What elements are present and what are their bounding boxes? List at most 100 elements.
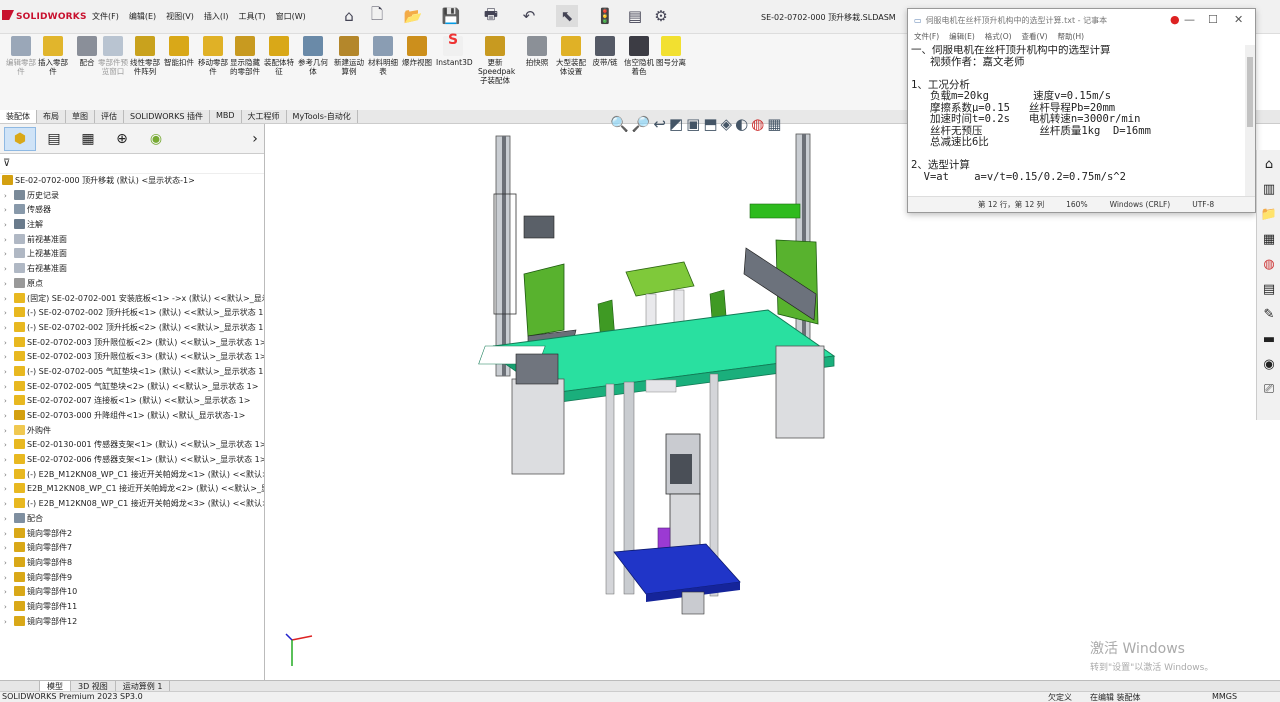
expand-toggle-icon[interactable]: › xyxy=(4,541,14,556)
menu-item[interactable]: 工具(T) xyxy=(238,11,265,22)
ribbon-button-reference-geometry[interactable]: 参考几何体 xyxy=(296,36,330,76)
tree-item[interactable]: › SE-02-0703-000 升降组件<1> (默认) <默认_显示状态-1> xyxy=(0,409,264,424)
feature-tree-tab-icon[interactable]: ⬢ xyxy=(4,126,36,151)
tree-root[interactable]: SE-02-0702-000 顶升移栽 (默认) <显示状态-1> xyxy=(0,174,264,189)
tab-2[interactable]: 草图 xyxy=(66,110,95,123)
expand-toggle-icon[interactable]: › xyxy=(4,292,14,307)
ribbon-button-belt-chain[interactable]: 皮带/链 xyxy=(588,36,622,67)
ribbon-button-explode-view[interactable]: 爆炸视图 xyxy=(400,36,434,67)
tree-item[interactable]: › (-) SE-02-0702-002 顶升托板<1> (默认) <<默认>_显… xyxy=(0,306,264,321)
expand-toggle-icon[interactable]: › xyxy=(4,321,14,336)
expand-toggle-icon[interactable]: › xyxy=(4,277,14,292)
expand-toggle-icon[interactable]: › xyxy=(4,556,14,571)
display-manager-tab-icon[interactable]: ◉ xyxy=(140,127,172,151)
tree-item[interactable]: › 镜向零部件9 xyxy=(0,571,264,586)
filter-icon[interactable]: ⊽ xyxy=(3,158,10,169)
notepad-menu-item[interactable]: 文件(F) xyxy=(914,31,939,45)
expand-toggle-icon[interactable]: › xyxy=(4,482,14,497)
tree-item[interactable]: › 镜向零部件7 xyxy=(0,541,264,556)
notepad-menu-item[interactable]: 编辑(E) xyxy=(949,31,975,45)
expand-toggle-icon[interactable]: › xyxy=(4,409,14,424)
expand-toggle-icon[interactable]: › xyxy=(4,615,14,630)
tree-item[interactable]: › (-) SE-02-0702-005 气缸垫块<1> (默认) <<默认>_显… xyxy=(0,365,264,380)
tree-item[interactable]: › 镜向零部件2 xyxy=(0,527,264,542)
notepad-scrollbar[interactable] xyxy=(1245,45,1255,197)
bottom-tab-2[interactable]: 运动算例 1 xyxy=(116,681,171,691)
tree-item[interactable]: › 右视基准面 xyxy=(0,262,264,277)
tree-item[interactable]: › 镜向零部件12 xyxy=(0,615,264,630)
file-explorer-icon[interactable]: 📁 xyxy=(1258,203,1280,225)
scroll-thumb[interactable] xyxy=(1247,57,1253,127)
ribbon-button-large-assembly[interactable]: 大型装配体设置 xyxy=(554,36,588,76)
ribbon-button-edit-component[interactable]: 编辑零部件 xyxy=(4,36,38,76)
panel-expand-arrow-icon[interactable]: › xyxy=(246,127,264,151)
ribbon-button-preview-window[interactable]: 零部件预览窗口 xyxy=(96,36,130,76)
view-orientation-icon[interactable]: ⬒ xyxy=(703,115,717,133)
ribbon-button-snapshot[interactable]: 拍快照 xyxy=(520,36,554,67)
configuration-tab-icon[interactable]: ▦ xyxy=(72,127,104,151)
notepad-menu-item[interactable]: 帮助(H) xyxy=(1058,31,1085,45)
menu-item[interactable]: 文件(F) xyxy=(92,11,119,22)
tools-icon[interactable]: ✎ xyxy=(1258,303,1280,325)
dimxpert-tab-icon[interactable]: ⊕ xyxy=(106,127,138,151)
hide-show-items-icon[interactable]: ◐ xyxy=(735,115,748,133)
notepad-text-area[interactable]: 一、伺服电机在丝杆顶升机构中的选型计算 视频作者：嘉文老师 1、工况分析 负载m=… xyxy=(911,45,1241,197)
menu-item[interactable]: 视图(V) xyxy=(166,11,194,22)
ribbon-button-speedpak[interactable]: 更新Speedpak子装配体 xyxy=(478,36,515,85)
custom-properties-icon[interactable]: ▤ xyxy=(1258,278,1280,300)
tree-item[interactable]: › E2B_M12KN08_WP_C1 接近开关帕姆龙<2> (默认) <<默认>… xyxy=(0,482,264,497)
ribbon-button-show-hidden[interactable]: 显示隐藏的零部件 xyxy=(228,36,262,76)
ribbon-button-smiley[interactable]: 图号分离 xyxy=(654,36,688,67)
unit-system[interactable]: MMGS xyxy=(1212,692,1237,701)
tree-item[interactable]: › SE-02-0702-003 顶升限位板<2> (默认) <<默认>_显示状态… xyxy=(0,336,264,351)
traffic-light-icon[interactable]: 🚦 xyxy=(596,5,615,27)
menu-item[interactable]: 编辑(E) xyxy=(129,11,156,22)
tree-item[interactable]: › SE-02-0702-003 顶升限位板<3> (默认) <<默认>_显示状态… xyxy=(0,350,264,365)
ribbon-button-assembly-feature[interactable]: 装配体特征 xyxy=(262,36,296,76)
tree-item[interactable]: › (-) E2B_M12KN08_WP_C1 接近开关帕姆龙<3> (默认) <… xyxy=(0,497,264,512)
expand-toggle-icon[interactable]: › xyxy=(4,350,14,365)
file-properties-icon[interactable]: ▤ xyxy=(624,5,646,27)
tree-filter[interactable]: ⊽ xyxy=(0,154,264,174)
tree-item[interactable]: › (固定) SE-02-0702-001 安装底板<1> ->x (默认) <<… xyxy=(0,292,264,307)
expand-toggle-icon[interactable]: › xyxy=(4,453,14,468)
expand-toggle-icon[interactable]: › xyxy=(4,306,14,321)
minimize-button[interactable]: — xyxy=(1184,13,1195,26)
options-gear-icon[interactable]: ⚙ xyxy=(650,5,672,27)
expand-toggle-icon[interactable]: › xyxy=(4,424,14,439)
expand-toggle-icon[interactable]: › xyxy=(4,233,14,248)
expand-toggle-icon[interactable]: › xyxy=(4,218,14,233)
new-file-icon[interactable]: 🗋 xyxy=(366,5,388,27)
tab-5[interactable]: MBD xyxy=(210,110,242,123)
expand-toggle-icon[interactable]: › xyxy=(4,497,14,512)
view-palette-icon[interactable]: ▦ xyxy=(1258,228,1280,250)
tree-item[interactable]: › SE-02-0702-007 连接板<1> (默认) <<默认>_显示状态 1… xyxy=(0,394,264,409)
tree-item[interactable]: › 镜向零部件11 xyxy=(0,600,264,615)
appearance-icon[interactable]: ◍ xyxy=(751,115,764,133)
tree-item[interactable]: › (-) E2B_M12KN08_WP_C1 接近开关帕姆龙<1> (默认) <… xyxy=(0,468,264,483)
tree-item[interactable]: › 镜向零部件10 xyxy=(0,585,264,600)
select-arrow-icon[interactable]: ⬉ xyxy=(556,5,578,27)
print-icon[interactable]: 🖶 xyxy=(480,5,502,27)
bottom-tab-1[interactable]: 3D 视图 xyxy=(71,681,116,691)
ribbon-button-shading[interactable]: 信空隐机着色 xyxy=(622,36,656,76)
tree-item[interactable]: › 传感器 xyxy=(0,203,264,218)
tree-item[interactable]: › 前视基准面 xyxy=(0,233,264,248)
expand-toggle-icon[interactable]: › xyxy=(4,336,14,351)
expand-toggle-icon[interactable]: › xyxy=(4,189,14,204)
expand-toggle-icon[interactable]: › xyxy=(4,394,14,409)
expand-toggle-icon[interactable]: › xyxy=(4,247,14,262)
tree-item[interactable]: › 历史记录 xyxy=(0,189,264,204)
tab-7[interactable]: MyTools-自动化 xyxy=(287,110,358,123)
menu-item[interactable]: 插入(I) xyxy=(204,11,229,22)
ribbon-button-insert-component[interactable]: 插入零部件 xyxy=(36,36,70,76)
design-library-icon[interactable]: ▥ xyxy=(1258,178,1280,200)
expand-toggle-icon[interactable]: › xyxy=(4,585,14,600)
ribbon-button-smart-fastener[interactable]: 智能扣件 xyxy=(162,36,196,67)
ribbon-button-bom[interactable]: 材料明细表 xyxy=(366,36,400,76)
expand-toggle-icon[interactable]: › xyxy=(4,527,14,542)
expand-toggle-icon[interactable]: › xyxy=(4,600,14,615)
home-icon[interactable]: ⌂ xyxy=(338,5,360,27)
tab-4[interactable]: SOLIDWORKS 插件 xyxy=(124,110,210,123)
ribbon-button-instant3d[interactable]: S Instant3D xyxy=(436,33,473,67)
